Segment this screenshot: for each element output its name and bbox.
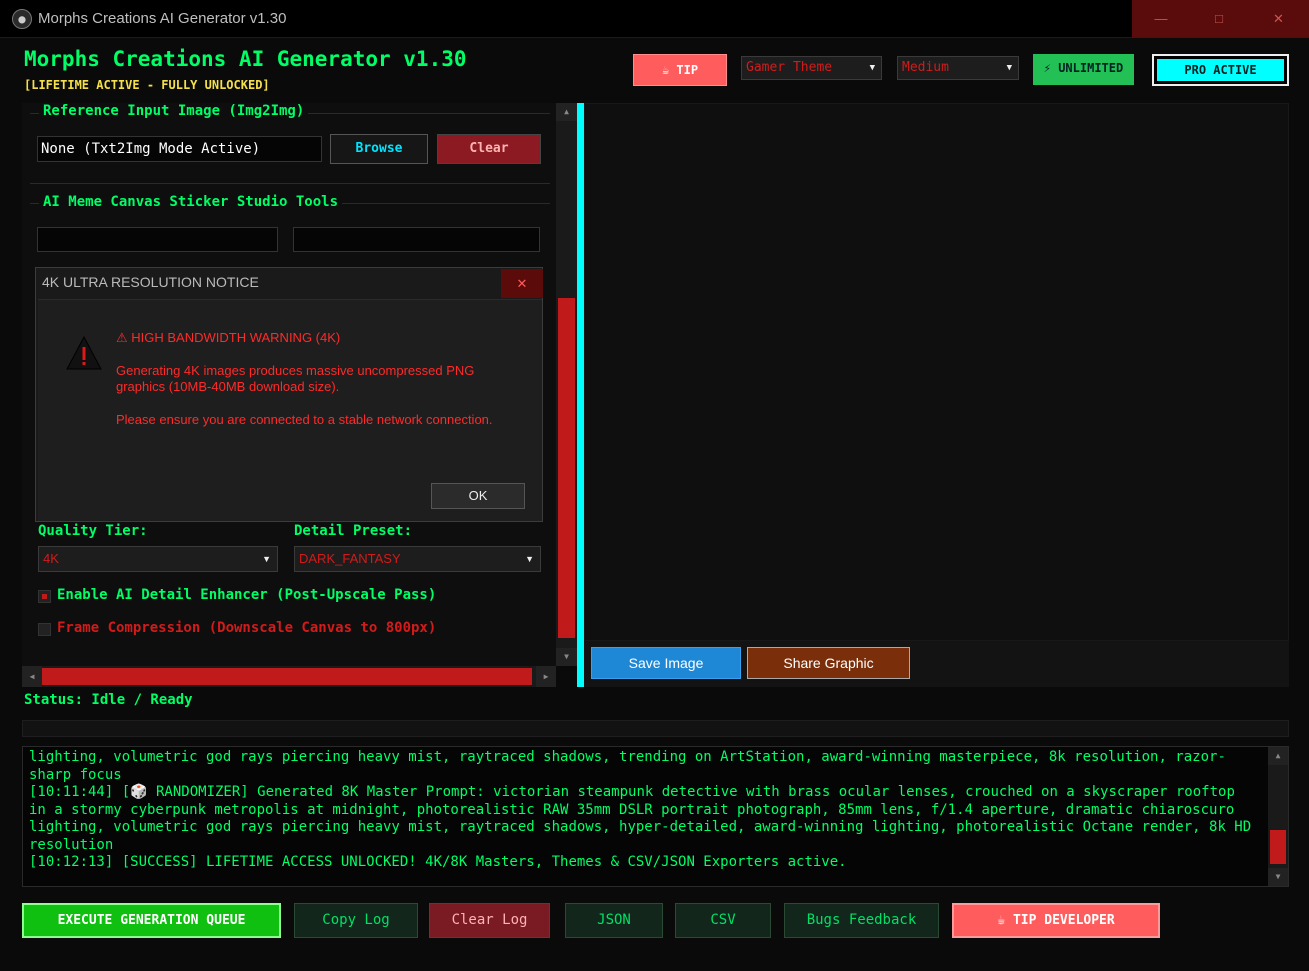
quality-tier-select[interactable]: 4K ▼ — [38, 546, 278, 572]
log-console[interactable]: lighting, volumetric god rays piercing h… — [22, 746, 1289, 887]
clear-log-button[interactable]: Clear Log — [429, 903, 550, 938]
detail-preset-value: DARK_FANTASY — [299, 551, 401, 566]
chevron-down-icon: ▼ — [525, 554, 534, 564]
scroll-down-icon[interactable]: ▼ — [556, 648, 577, 666]
size-select-value: Medium — [902, 60, 949, 75]
minimize-button[interactable]: — — [1132, 0, 1190, 38]
scrollbar-thumb[interactable] — [1270, 830, 1286, 864]
window-title: Morphs Creations AI Generator v1.30 — [38, 10, 287, 27]
chevron-down-icon: ▼ — [1006, 63, 1012, 73]
browse-button[interactable]: Browse — [330, 134, 428, 164]
resolution-notice-dialog: 4K ULTRA RESOLUTION NOTICE ✕ ⚠ HIGH BAND… — [35, 267, 543, 522]
maximize-button[interactable]: □ — [1190, 0, 1248, 38]
dialog-message: Generating 4K images produces massive un… — [116, 363, 475, 394]
scroll-up-icon[interactable]: ▲ — [556, 103, 577, 121]
unlimited-badge[interactable]: ⚡ UNLIMITED — [1033, 54, 1134, 85]
dialog-body: ⚠ HIGH BANDWIDTH WARNING (4K) Generating… — [38, 299, 542, 521]
status-text: Status: Idle / Ready — [24, 692, 193, 708]
warning-triangle-icon — [66, 336, 102, 370]
log-scrollbar[interactable]: ▲ ▼ — [1268, 747, 1288, 886]
scroll-left-icon[interactable]: ◀ — [22, 666, 42, 687]
dialog-heading: ⚠ HIGH BANDWIDTH WARNING (4K) — [116, 330, 341, 345]
reference-image-path-field[interactable]: None (Txt2Img Mode Active) — [37, 136, 322, 162]
quality-tier-label: Quality Tier: — [38, 523, 148, 539]
group-divider — [30, 183, 550, 184]
dialog-close-button[interactable]: ✕ — [501, 269, 543, 298]
scroll-right-icon[interactable]: ▶ — [536, 666, 556, 687]
settings-horizontal-scrollbar[interactable]: ◀ ▶ — [22, 666, 556, 687]
window-close-button[interactable]: ✕ — [1248, 0, 1309, 38]
frame-compression-label[interactable]: Frame Compression (Downscale Canvas to 8… — [57, 620, 436, 636]
sticker-text-field[interactable] — [37, 227, 278, 252]
save-image-button[interactable]: Save Image — [591, 647, 741, 679]
preview-accent-bar — [577, 103, 584, 687]
license-subheading: [LIFETIME ACTIVE - FULLY UNLOCKED] — [24, 78, 270, 92]
theme-select-value: Gamer Theme — [746, 60, 833, 75]
log-text: lighting, volumetric god rays piercing h… — [29, 749, 1252, 870]
share-graphic-button[interactable]: Share Graphic — [747, 647, 910, 679]
tip-developer-button[interactable]: ☕ TIP DEVELOPER — [952, 903, 1160, 938]
copy-log-button[interactable]: Copy Log — [294, 903, 418, 938]
execute-generation-button[interactable]: EXECUTE GENERATION QUEUE — [22, 903, 281, 938]
scrollbar-thumb[interactable] — [42, 668, 532, 685]
app-heading: Morphs Creations AI Generator v1.30 — [24, 47, 467, 71]
theme-select[interactable]: Gamer Theme ▼ — [741, 56, 882, 80]
detail-preset-label: Detail Preset: — [294, 523, 413, 539]
image-preview-canvas — [584, 103, 1289, 641]
quality-tier-value: 4K — [43, 551, 59, 566]
scroll-down-icon[interactable]: ▼ — [1268, 868, 1288, 886]
dialog-message: Please ensure you are connected to a sta… — [116, 412, 493, 427]
scrollbar-thumb[interactable] — [558, 298, 575, 638]
dialog-title: 4K ULTRA RESOLUTION NOTICE — [42, 274, 259, 290]
export-json-button[interactable]: JSON — [565, 903, 663, 938]
app-icon: ● — [12, 9, 32, 29]
progress-bar — [22, 720, 1289, 737]
export-csv-button[interactable]: CSV — [675, 903, 771, 938]
pro-active-badge[interactable]: PRO ACTIVE — [1152, 54, 1289, 86]
detail-preset-select[interactable]: DARK_FANTASY ▼ — [294, 546, 541, 572]
sticker-tools-group-title: AI Meme Canvas Sticker Studio Tools — [39, 194, 343, 210]
chevron-down-icon: ▼ — [262, 554, 271, 564]
tip-button[interactable]: ☕ TIP — [633, 54, 727, 86]
frame-compression-checkbox[interactable] — [38, 623, 51, 636]
detail-enhancer-label[interactable]: Enable AI Detail Enhancer (Post-Upscale … — [57, 587, 436, 603]
window-titlebar: ● Morphs Creations AI Generator v1.30 — … — [0, 0, 1309, 38]
scroll-up-icon[interactable]: ▲ — [1268, 747, 1288, 765]
bugs-feedback-button[interactable]: Bugs Feedback — [784, 903, 939, 938]
clear-reference-button[interactable]: Clear — [437, 134, 541, 164]
dialog-ok-button[interactable]: OK — [431, 483, 525, 509]
size-select[interactable]: Medium ▼ — [897, 56, 1019, 80]
pro-active-label: PRO ACTIVE — [1157, 59, 1284, 81]
reference-group-title: Reference Input Image (Img2Img) — [39, 103, 309, 119]
settings-vertical-scrollbar[interactable]: ▲ ▼ — [556, 103, 577, 666]
detail-enhancer-checkbox[interactable] — [38, 590, 51, 603]
sticker-text-field[interactable] — [293, 227, 540, 252]
chevron-down-icon: ▼ — [869, 63, 875, 73]
